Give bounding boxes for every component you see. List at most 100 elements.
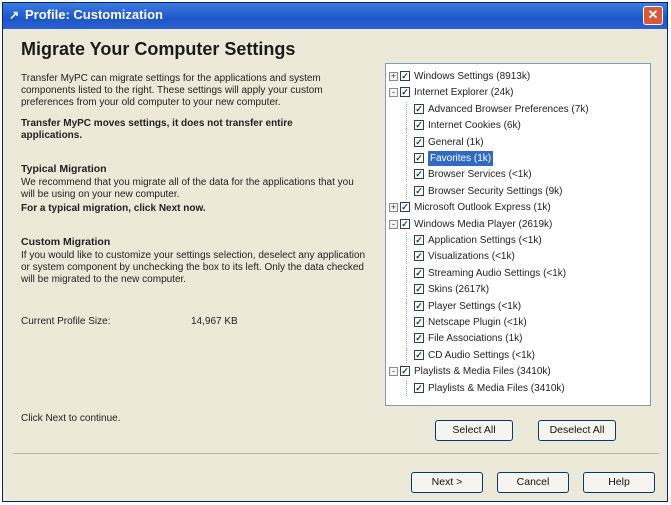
tree-item-label[interactable]: Internet Cookies (6k) [428, 118, 521, 133]
tree-item[interactable]: ✓ Favorites (1k) [386, 151, 648, 166]
tree-item-checkbox[interactable]: ✓ [414, 251, 424, 262]
tree-connector [406, 118, 407, 134]
tree-item-label[interactable]: Application Settings (<1k) [428, 233, 542, 248]
expand-icon[interactable]: + [389, 72, 398, 81]
select-all-button[interactable]: Select All [435, 420, 513, 441]
tree-connector [406, 282, 407, 298]
tree-item-checkbox[interactable]: ✓ [400, 71, 410, 81]
tree-connector [406, 151, 407, 166]
tree-item[interactable]: ✓ Application Settings (<1k) [386, 233, 648, 248]
tree-item-checkbox[interactable]: ✓ [414, 267, 424, 278]
tree-connector [406, 249, 407, 265]
tree-item-label[interactable]: Skins (2617k) [428, 282, 489, 297]
typical-migration-title: Typical Migration [21, 163, 107, 175]
tree-item[interactable]: ✓ General (1k) [386, 134, 648, 150]
tree-item-checkbox[interactable]: ✓ [414, 235, 424, 245]
tree-connector [406, 167, 407, 183]
note-text: Transfer MyPC moves settings, it does no… [21, 118, 293, 141]
tree-item[interactable]: - ✓ Internet Explorer (24k) [386, 85, 648, 100]
tree-item-checkbox[interactable]: ✓ [414, 284, 424, 295]
tree-connector [406, 380, 407, 396]
collapse-icon[interactable]: - [389, 219, 398, 229]
tree-item-checkbox[interactable]: ✓ [414, 185, 424, 196]
tree-item-checkbox[interactable]: ✓ [414, 382, 424, 393]
typical-migration-text: We recommend that you migrate all of the… [21, 177, 354, 200]
collapse-icon[interactable]: - [389, 88, 398, 98]
profile-size-value: 14,967 KB [191, 316, 238, 327]
page-heading: Migrate Your Computer Settings [21, 39, 296, 59]
intro-text: Transfer MyPC can migrate settings for t… [21, 73, 323, 108]
tree-item-checkbox[interactable]: ✓ [414, 153, 424, 163]
tree-item[interactable]: ✓ Skins (2617k) [386, 282, 648, 298]
tree-item-checkbox[interactable]: ✓ [400, 366, 410, 377]
tree-item-label[interactable]: Windows Settings (8913k) [414, 69, 530, 84]
profile-size-label: Current Profile Size: [21, 316, 111, 327]
tree-item-checkbox[interactable]: ✓ [414, 300, 424, 311]
tree-item[interactable]: + ✓ Windows Settings (8913k) [386, 69, 648, 84]
settings-tree[interactable]: + ✓ Windows Settings (8913k) - ✓ Internet Exp… [385, 63, 651, 406]
tree-item-checkbox[interactable]: ✓ [400, 202, 410, 213]
tree-connector [406, 134, 407, 150]
tree-item[interactable]: ✓ Netscape Plugin (<1k) [386, 315, 648, 330]
footer-divider [13, 453, 659, 454]
help-button[interactable]: Help [583, 472, 655, 493]
tree-item-label[interactable]: Streaming Audio Settings (<1k) [428, 266, 566, 281]
tree-item-checkbox[interactable]: ✓ [414, 103, 424, 114]
tree-item-checkbox[interactable]: ✓ [414, 349, 424, 360]
collapse-icon[interactable]: - [389, 367, 398, 377]
tree-item-label[interactable]: Player Settings (<1k) [428, 299, 521, 314]
deselect-all-button[interactable]: Deselect All [538, 420, 616, 441]
title-bar[interactable]: ↗ Profile: Customization ✕ [3, 3, 667, 29]
tree-connector [406, 331, 407, 347]
tree-item-checkbox[interactable]: ✓ [414, 317, 424, 327]
custom-migration-text: If you would like to customize your sett… [21, 250, 366, 285]
profile-customization-window: ↗ Profile: Customization ✕ Migrate Your … [2, 2, 668, 502]
tree-item-label[interactable]: Playlists & Media Files (3410k) [414, 364, 551, 379]
tree-item[interactable]: ✓ Internet Cookies (6k) [386, 118, 648, 134]
tree-item-label[interactable]: Favorites (1k) [428, 151, 494, 166]
tree-item[interactable]: ✓ Streaming Audio Settings (<1k) [386, 265, 648, 281]
tree-item-checkbox[interactable]: ✓ [414, 333, 424, 344]
tree-item-label[interactable]: Internet Explorer (24k) [414, 85, 514, 100]
tree-item[interactable]: ✓ Visualizations (<1k) [386, 249, 648, 265]
app-icon: ↗ [9, 8, 20, 22]
cancel-button[interactable]: Cancel [497, 472, 569, 493]
tree-connector [406, 265, 407, 281]
tree-item-checkbox[interactable]: ✓ [414, 169, 424, 180]
expand-icon[interactable]: + [389, 203, 398, 213]
tree-item-label[interactable]: Browser Services (<1k) [428, 167, 532, 182]
tree-connector [406, 233, 407, 248]
typical-migration-hint: For a typical migration, click Next now. [21, 203, 206, 214]
tree-item[interactable]: - ✓ Windows Media Player (2619k) [386, 217, 648, 232]
tree-item[interactable]: ✓ Playlists & Media Files (3410k) [386, 380, 648, 396]
tree-item[interactable]: ✓ Player Settings (<1k) [386, 298, 648, 314]
tree-item-checkbox[interactable]: ✓ [414, 120, 424, 131]
tree-item[interactable]: ✓ File Associations (1k) [386, 331, 648, 347]
tree-item[interactable]: ✓ Advanced Browser Preferences (7k) [386, 101, 648, 117]
tree-item-label[interactable]: Netscape Plugin (<1k) [428, 315, 527, 330]
continue-hint: Click Next to continue. [21, 413, 121, 424]
tree-item[interactable]: - ✓ Playlists & Media Files (3410k) [386, 364, 648, 379]
tree-connector [406, 347, 407, 363]
tree-item-label[interactable]: Browser Security Settings (9k) [428, 184, 563, 199]
tree-item-label[interactable]: Microsoft Outlook Express (1k) [414, 200, 551, 215]
tree-item[interactable]: ✓ Browser Services (<1k) [386, 167, 648, 183]
next-button[interactable]: Next > [411, 472, 483, 493]
tree-item-label[interactable]: Windows Media Player (2619k) [414, 217, 552, 232]
close-button[interactable]: ✕ [643, 6, 663, 25]
tree-item[interactable]: + ✓ Microsoft Outlook Express (1k) [386, 200, 648, 215]
tree-item-label[interactable]: General (1k) [428, 135, 484, 150]
tree-item-label[interactable]: CD Audio Settings (<1k) [428, 348, 535, 363]
tree-item-checkbox[interactable]: ✓ [414, 136, 424, 147]
tree-item-label[interactable]: Visualizations (<1k) [428, 249, 515, 264]
tree-item-checkbox[interactable]: ✓ [400, 218, 410, 229]
tree-connector [406, 183, 407, 199]
tree-item-label[interactable]: File Associations (1k) [428, 331, 522, 346]
tree-item[interactable]: ✓ CD Audio Settings (<1k) [386, 347, 648, 363]
tree-connector [406, 315, 407, 330]
tree-item-label[interactable]: Advanced Browser Preferences (7k) [428, 102, 589, 117]
tree-item-label[interactable]: Playlists & Media Files (3410k) [428, 381, 565, 396]
tree-connector [406, 298, 407, 314]
tree-item[interactable]: ✓ Browser Security Settings (9k) [386, 183, 648, 199]
tree-item-checkbox[interactable]: ✓ [400, 87, 410, 98]
